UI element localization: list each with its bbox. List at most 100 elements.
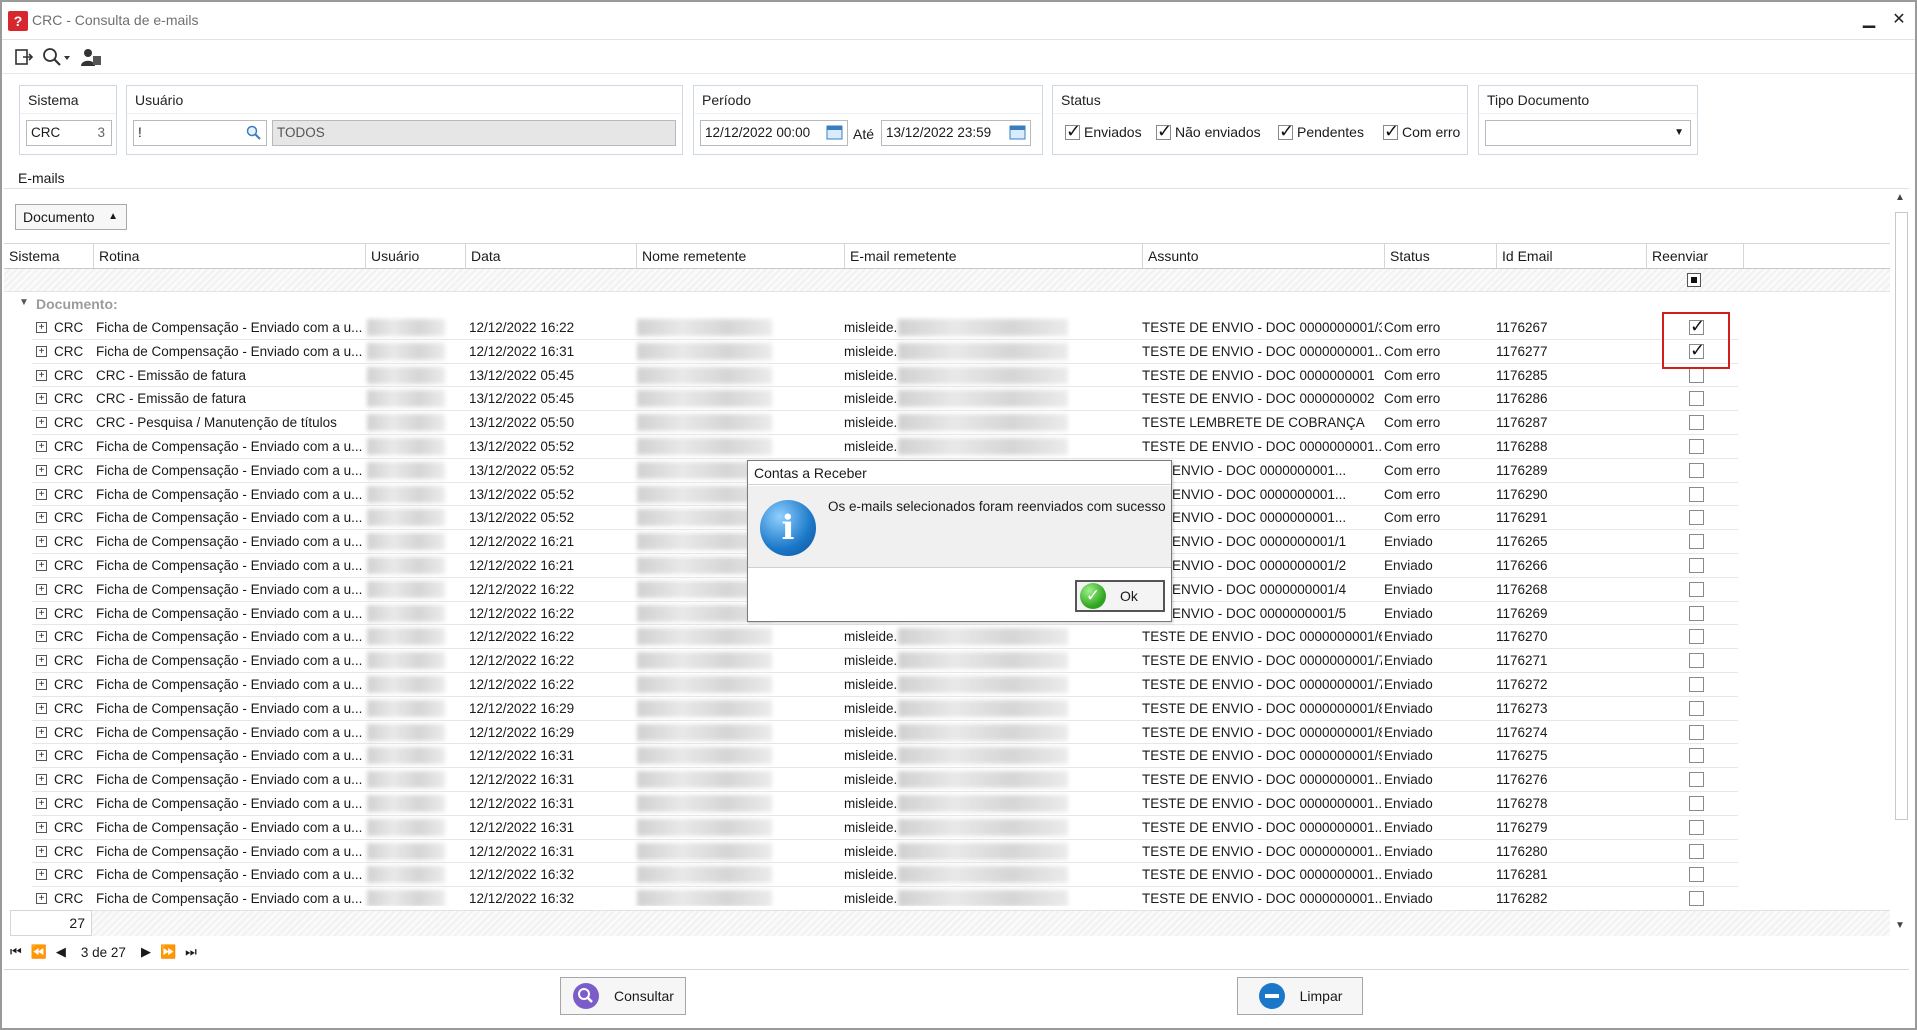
col-nome-remetente[interactable]: Nome remetente [637, 244, 845, 268]
table-row[interactable]: + CRC Ficha de Compensação - Enviado com… [32, 625, 1738, 650]
expand-row-icon[interactable]: + [36, 441, 47, 452]
reenviar-checkbox[interactable] [1689, 843, 1704, 859]
expand-row-icon[interactable]: + [36, 607, 47, 619]
col-status[interactable]: Status [1385, 244, 1497, 268]
usuario-input[interactable]: ! [133, 120, 267, 146]
col-email-remetente[interactable]: E-mail remetente [845, 244, 1143, 268]
col-usuario[interactable]: Usuário [366, 244, 466, 268]
col-sistema[interactable]: Sistema [4, 244, 94, 268]
table-row[interactable]: + CRC Ficha de Compensação - Enviado com… [32, 340, 1738, 364]
col-rotina[interactable]: Rotina [94, 244, 366, 268]
collapse-arrow-icon[interactable]: ▼ [19, 297, 29, 308]
sistema-field[interactable]: CRC 3 [26, 120, 112, 146]
reenviar-checkbox[interactable] [1689, 510, 1704, 526]
dialog-ok-button[interactable]: ✓ Ok [1075, 580, 1165, 612]
close-button[interactable]: ✕ [1887, 8, 1911, 32]
status-com-erro-checkbox[interactable]: Com erro [1383, 121, 1460, 142]
reenviar-checkbox[interactable] [1689, 653, 1704, 669]
calendar-icon[interactable] [1009, 125, 1026, 140]
reenviar-checkbox[interactable] [1689, 534, 1704, 550]
expand-row-icon[interactable]: + [36, 536, 47, 548]
expand-row-icon[interactable]: + [36, 750, 47, 762]
prev-page-icon[interactable]: ◀ [56, 944, 66, 960]
reenviar-checkbox[interactable] [1689, 629, 1704, 645]
expand-row-icon[interactable]: + [36, 631, 47, 643]
expand-row-icon[interactable]: + [36, 322, 47, 333]
expand-row-icon[interactable]: + [36, 417, 47, 429]
first-page-icon[interactable]: ⏮ [10, 944, 22, 960]
periodo-from-input[interactable]: 12/12/2022 00:00 [700, 120, 848, 146]
col-data[interactable]: Data [466, 244, 637, 268]
lookup-search-icon[interactable] [246, 125, 262, 141]
minimize-button[interactable]: ▁ [1857, 8, 1881, 32]
table-row[interactable]: + CRC Ficha de Compensação - Enviado com… [32, 435, 1738, 459]
table-row[interactable]: + CRC CRC - Pesquisa / Manutenção de tít… [32, 411, 1738, 435]
table-row[interactable]: + CRC Ficha de Compensação - Enviado com… [32, 721, 1738, 745]
reenviar-checkbox[interactable] [1689, 819, 1704, 835]
expand-row-icon[interactable]: + [36, 821, 47, 833]
reenviar-checkbox[interactable] [1689, 605, 1704, 621]
table-row[interactable]: + CRC Ficha de Compensação - Enviado com… [32, 649, 1738, 673]
reenviar-checkbox[interactable] [1689, 486, 1704, 502]
table-row[interactable]: + CRC Ficha de Compensação - Enviado com… [32, 816, 1738, 840]
table-row[interactable]: + CRC Ficha de Compensação - Enviado com… [32, 316, 1738, 340]
col-reenviar[interactable]: Reenviar [1647, 244, 1744, 268]
expand-row-icon[interactable]: + [36, 393, 47, 405]
reenviar-checkbox[interactable] [1689, 581, 1704, 597]
table-row[interactable]: + CRC Ficha de Compensação - Enviado com… [32, 768, 1738, 792]
table-row[interactable]: + CRC CRC - Emissão de fatura 13/12/2022… [32, 364, 1738, 388]
expand-row-icon[interactable]: + [36, 869, 47, 881]
col-assunto[interactable]: Assunto [1143, 244, 1385, 268]
table-row[interactable]: + CRC Ficha de Compensação - Enviado com… [32, 673, 1738, 697]
reenviar-checkbox[interactable] [1689, 415, 1704, 431]
search-menu-button[interactable] [42, 43, 72, 71]
table-row[interactable]: + CRC Ficha de Compensação - Enviado com… [32, 840, 1738, 864]
scroll-down-icon[interactable]: ▼ [1895, 920, 1905, 931]
expand-row-icon[interactable]: + [36, 798, 47, 809]
status-nao-enviados-checkbox[interactable]: Não enviados [1156, 121, 1261, 142]
table-row[interactable]: + CRC Ficha de Compensação - Enviado com… [32, 863, 1738, 888]
scroll-up-icon[interactable]: ▲ [1895, 192, 1905, 203]
next-page-group-icon[interactable]: ⏩ [160, 944, 176, 960]
table-row[interactable]: + CRC Ficha de Compensação - Enviado com… [32, 744, 1738, 769]
select-all-checkbox[interactable] [1687, 273, 1701, 287]
table-row[interactable]: + CRC Ficha de Compensação - Enviado com… [32, 792, 1738, 816]
reenviar-checkbox[interactable] [1689, 748, 1704, 764]
expand-row-icon[interactable]: + [36, 679, 47, 690]
expand-row-icon[interactable]: + [36, 512, 47, 524]
expand-row-icon[interactable]: + [36, 702, 47, 714]
table-row[interactable]: + CRC Ficha de Compensação - Enviado com… [32, 887, 1738, 906]
group-by-documento-button[interactable]: Documento ▲ [15, 204, 127, 230]
status-pendentes-checkbox[interactable]: Pendentes [1278, 121, 1364, 142]
table-row[interactable]: + CRC Ficha de Compensação - Enviado com… [32, 697, 1738, 721]
expand-row-icon[interactable]: + [36, 655, 47, 667]
reenviar-checkbox[interactable] [1689, 700, 1704, 716]
expand-row-icon[interactable]: + [36, 845, 47, 857]
col-id-email[interactable]: Id Email [1497, 244, 1647, 268]
consultar-button[interactable]: Consultar [560, 977, 686, 1015]
reenviar-checkbox[interactable] [1689, 772, 1704, 788]
reenviar-checkbox[interactable] [1689, 391, 1704, 407]
reenviar-checkbox[interactable] [1689, 891, 1704, 906]
user-button[interactable] [80, 43, 102, 71]
expand-row-icon[interactable]: + [36, 560, 47, 571]
expand-row-icon[interactable]: + [36, 774, 47, 786]
tipo-documento-select[interactable]: ▼ [1485, 120, 1691, 146]
reenviar-checkbox[interactable] [1689, 558, 1704, 573]
periodo-to-input[interactable]: 13/12/2022 23:59 [881, 120, 1031, 146]
exit-button[interactable] [14, 43, 34, 71]
prev-page-group-icon[interactable]: ⏪ [31, 944, 47, 960]
table-row[interactable]: + CRC CRC - Emissão de fatura 13/12/2022… [32, 387, 1738, 412]
vertical-scrollbar[interactable]: ▲ ▼ [1892, 188, 1910, 936]
expand-row-icon[interactable]: + [36, 464, 47, 476]
expand-row-icon[interactable]: + [36, 583, 47, 595]
last-page-icon[interactable]: ⏭ [185, 944, 197, 960]
reenviar-checkbox[interactable] [1689, 439, 1704, 454]
reenviar-checkbox[interactable] [1689, 462, 1704, 478]
next-page-icon[interactable]: ▶ [141, 944, 151, 960]
expand-row-icon[interactable]: + [36, 893, 47, 905]
expand-row-icon[interactable]: + [36, 726, 47, 738]
reenviar-checkbox[interactable] [1689, 724, 1704, 740]
calendar-icon[interactable] [826, 125, 843, 140]
reenviar-checkbox[interactable] [1689, 367, 1704, 383]
